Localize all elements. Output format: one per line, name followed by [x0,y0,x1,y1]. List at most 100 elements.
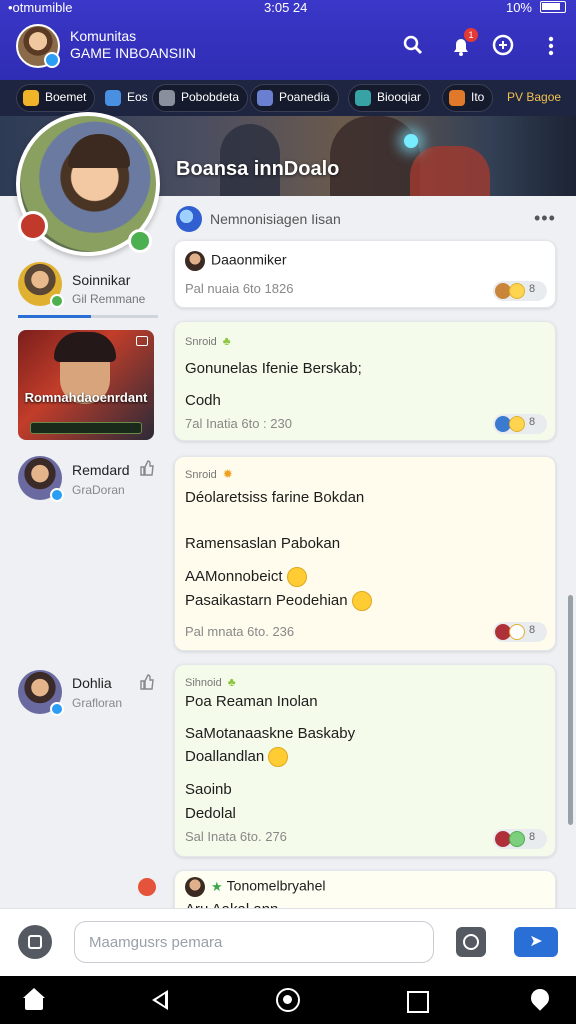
post-card[interactable]: Daaonmiker Pal nuaia 6to 1826 8 [174,240,556,308]
status-bar: •otmumible 3:05 24 10% [0,0,576,16]
channel-icon [176,206,202,232]
home-circle-icon[interactable] [276,988,300,1012]
reaction-emoji [509,283,525,299]
game-1-icon [23,90,39,106]
search-icon[interactable] [400,34,426,60]
post-meta: Sal Inata 6to. 276 [185,829,287,844]
post-card[interactable]: Snroid ♣ Gonunelas Ifenie Berskab; Codh 7… [174,321,556,441]
game-3-icon [159,90,175,106]
game-2-icon [105,90,121,106]
post-author-name: Tonomelbryahel [226,877,326,894]
post-author-name: Snroid [185,469,217,481]
recents-icon[interactable] [404,988,429,1013]
message-composer: ➤ [0,908,576,976]
tab-game-1[interactable]: Boemet [16,84,96,112]
user-progress-fill [18,315,91,318]
post-text: Doallandlan [185,747,265,765]
post-author: Daaonmiker [185,251,286,271]
featured-media-card[interactable]: Romnahdaoenrdant [18,330,154,440]
post-card[interactable]: Snroid ✹ Déolaretsiss farine Bokdan Ramen… [174,456,556,651]
home-icon[interactable] [22,988,46,1012]
thumbs-up-icon[interactable] [138,674,156,692]
schedule-button[interactable] [456,927,486,957]
laugh-emoji-icon [268,747,289,767]
post-author: Snroid ♣ [185,334,231,348]
member-avatar[interactable] [18,670,64,716]
member-avatar[interactable] [18,456,64,502]
grin-emoji-icon [351,591,372,611]
camera-button[interactable] [18,925,52,959]
post-author: Sihnoid ♣ [185,675,236,689]
tab-label: Pobobdeta [181,90,240,104]
user-avatar[interactable] [18,262,64,308]
reaction-count: 8 [529,416,536,428]
online-indicator [44,52,60,68]
tab-game-2[interactable]: Eos [98,84,157,112]
app-title: Komunitas GAME INBOANSIIN [70,28,196,62]
game-6-icon [449,90,465,106]
post-text-line: Doallandlan [185,747,289,767]
app-header: •otmumible 3:05 24 10% Komunitas GAME IN… [0,0,576,80]
author-avatar [185,251,205,271]
tab-label: Biooqiar [377,90,422,104]
post-text-line: Poa Reaman Inolan [185,693,318,710]
more-menu-icon[interactable] [538,34,564,60]
online-indicator [50,702,64,716]
reaction-chip[interactable]: 8 [493,281,547,301]
tab-game-3[interactable]: Pobobdeta [152,84,249,112]
game-5-icon [355,90,371,106]
post-text: Pasaikastarn Peodehian [185,591,348,609]
system-nav-bar [0,976,576,1024]
back-icon[interactable] [148,988,172,1012]
fire-icon [138,878,156,896]
reaction-count: 8 [529,831,536,843]
more-options-icon[interactable]: ••• [534,208,556,229]
message-input[interactable] [74,921,434,963]
carrier-label: •otmumible [8,0,73,15]
reaction-chip[interactable]: 8 [493,622,547,642]
tab-game-5[interactable]: Biooqiar [348,84,431,112]
online-indicator [50,294,64,308]
post-author: ★ Tonomelbryahel [185,877,326,897]
member-subtitle: GraDoran [72,483,125,497]
post-text-line: Saoinb [185,781,232,798]
author-avatar [185,877,205,897]
user-name[interactable]: Soinnikar [72,272,130,288]
feed-scrollbar[interactable] [568,595,573,825]
banner-glow [404,134,418,148]
avatar-hat [68,134,130,168]
member-subtitle: Grafloran [72,696,123,710]
post-author-name: Sihnoid [185,677,222,689]
member-name[interactable]: Dohlia [72,675,112,691]
reaction-emoji [509,831,525,847]
chat-icon[interactable] [490,34,516,60]
send-icon: ➤ [529,933,543,950]
location-icon[interactable] [528,988,552,1012]
reaction-chip[interactable]: 8 [493,414,547,434]
profile-avatar[interactable] [16,24,60,68]
post-meta: 7al Inatia 6to : 230 [185,416,292,431]
feed-header: Nemnonisiagen Iisan [210,211,341,227]
post-text-line: Déolaretsiss farine Bokdan [185,489,365,506]
battery-icon [540,1,566,13]
battery-percent: 10% [505,0,532,15]
game-4-icon [257,90,273,106]
tab-game-7[interactable]: PV Bagoe [478,84,570,112]
leaf-icon: ♣ [222,334,231,348]
tab-game-4[interactable]: Poanedia [250,84,339,112]
user-progress-bar [18,315,158,318]
user-subtitle: Gil Remmane [72,292,146,306]
thumbs-up-icon[interactable] [138,460,156,478]
game-tabs: Boemet Eos Pobobdeta Poanedia Biooqiar I… [0,80,576,116]
member-name[interactable]: Remdard [72,462,130,478]
sun-icon: ✹ [222,467,233,481]
post-author-name: Snroid [185,336,217,348]
send-button[interactable]: ➤ [514,927,558,957]
post-card[interactable]: Sihnoid ♣ Poa Reaman Inolan SaMotanaaskne… [174,664,556,857]
reaction-chip[interactable]: 8 [493,829,547,849]
post-text-line: Pasaikastarn Peodehian [185,591,372,611]
app-title-line2: GAME INBOANSIIN [70,45,197,61]
reaction-count: 8 [529,624,536,636]
tab-label: Eos [127,90,148,104]
featured-hud-bar [30,422,142,434]
